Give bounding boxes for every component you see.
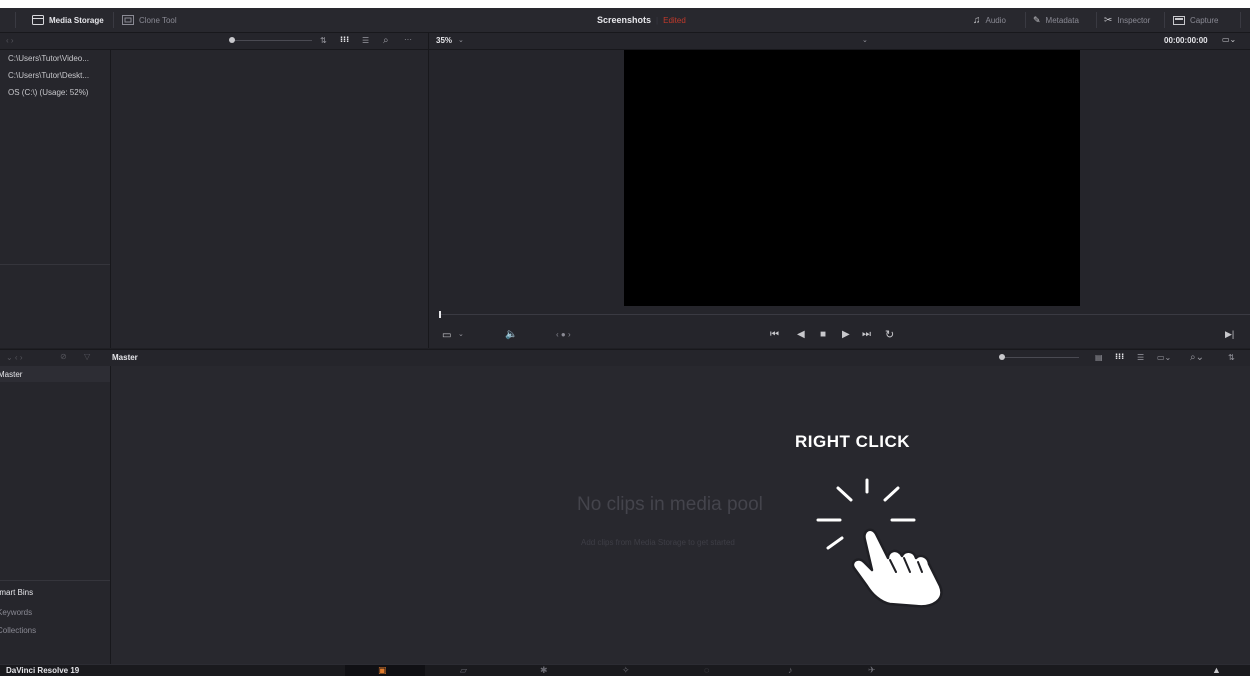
capture-button[interactable]: Capture — [1173, 8, 1218, 32]
playhead[interactable] — [439, 311, 441, 318]
viewer-options-icon[interactable]: ▭⌄ — [1222, 35, 1236, 44]
loop-icon[interactable]: ↻ — [885, 328, 894, 341]
smart-bin-collections[interactable]: Collections — [0, 626, 36, 635]
smart-bins-header: Smart Bins — [0, 588, 34, 597]
storage-location-item[interactable]: C:\Users\Tutor\Video... — [8, 54, 89, 63]
inspector-label: Inspector — [1117, 15, 1151, 25]
speaker-icon[interactable]: 🔈 — [505, 329, 517, 340]
bin-list-panel: Master Smart Bins Keywords Collections — [0, 366, 111, 664]
clone-icon — [122, 15, 134, 25]
resolve-window: Media Storage Clone Tool Screenshots | E… — [0, 8, 1250, 676]
play-icon[interactable]: ▶ — [842, 329, 850, 340]
bin-nav-icon[interactable]: ⌄ ‹ › — [6, 353, 22, 362]
pool-preview-icon[interactable]: ▭⌄ — [1157, 353, 1171, 362]
inspector-icon: ✂ — [1104, 14, 1113, 26]
project-title-area: Screenshots | Edited — [597, 15, 686, 25]
project-status: Edited — [663, 15, 686, 25]
storage-locations-panel: C:\Users\Tutor\Video... C:\Users\Tutor\D… — [0, 50, 111, 348]
filmstrip-view-icon[interactable]: ▤ — [1095, 353, 1103, 362]
thumbnail-view-icon[interactable]: ⁝⁝⁝ — [340, 35, 349, 44]
page-navigation-bar: DaVinci Resolve 19 ▣ ▱ ✱ ✧ ◌ ♪ ✈ ▲ — [0, 664, 1250, 676]
media-pool-content[interactable]: No clips in media pool Add clips from Me… — [111, 366, 1250, 664]
right-click-annotation-label: RIGHT CLICK — [795, 432, 911, 451]
sort-icon[interactable]: ⇅ — [320, 36, 327, 45]
zoom-level[interactable]: 35% — [436, 36, 452, 45]
storage-icon — [32, 15, 44, 25]
pool-list-view-icon[interactable]: ☰ — [1137, 353, 1144, 362]
audio-label: Audio — [985, 15, 1006, 25]
media-page-icon[interactable]: ▣ — [378, 665, 387, 676]
hand-click-icon — [816, 478, 943, 608]
search-icon[interactable]: ⌕ — [383, 35, 389, 46]
view-mode-icon[interactable]: ▭ — [442, 330, 451, 341]
project-title: Screenshots — [597, 15, 652, 25]
media-pool-tab-master[interactable]: Master — [112, 353, 138, 362]
play-reverse-icon[interactable]: ◀ — [797, 329, 805, 340]
stop-icon[interactable]: ■ — [820, 329, 826, 340]
fusion-page-icon[interactable]: ✧ — [622, 665, 630, 676]
slider-handle[interactable] — [229, 37, 235, 43]
skip-end-icon[interactable]: ⏭ — [862, 329, 871, 340]
media-storage-button[interactable]: Media Storage — [32, 8, 104, 32]
capture-icon — [1173, 15, 1185, 25]
next-frame-icon[interactable]: ▶| — [1225, 329, 1234, 340]
pool-sort-icon[interactable]: ⇅ — [1228, 353, 1235, 362]
thumbnail-size-slider[interactable] — [232, 40, 312, 41]
viewer-screen[interactable] — [624, 50, 1080, 306]
inspector-button[interactable]: ✂ Inspector — [1104, 8, 1150, 32]
viewer-timecode: 00:00:00:00 — [1164, 36, 1208, 45]
smart-bin-keywords[interactable]: Keywords — [0, 608, 32, 617]
clip-dropdown-chevron-icon[interactable]: ⌄ — [862, 36, 868, 44]
empty-pool-subtitle: Add clips from Media Storage to get star… — [581, 538, 735, 547]
sub-toolbar: ‹ › ⇅ ⁝⁝⁝ ☰ ⌕ ··· 35% ⌄ ⌄ 00:00:00:00 ▭⌄ — [0, 33, 1250, 50]
zoom-chevron-icon[interactable]: ⌄ — [458, 36, 464, 44]
music-note-icon: ♫ — [973, 14, 981, 26]
divider — [0, 580, 110, 581]
clone-tool-button[interactable]: Clone Tool — [122, 8, 177, 32]
skip-start-icon[interactable]: ⏮ — [770, 329, 779, 340]
view-mode-chevron-icon[interactable]: ⌄ — [458, 330, 464, 338]
pool-thumbnail-slider[interactable] — [1003, 357, 1079, 358]
storage-location-item[interactable]: OS (C:\) (Usage: 52%) — [8, 88, 88, 97]
metadata-label: Metadata — [1045, 15, 1079, 25]
clone-tool-label: Clone Tool — [139, 15, 177, 25]
fairlight-page-icon[interactable]: ♪ — [788, 665, 793, 675]
back-forward-icon[interactable]: ‹ › — [6, 36, 14, 45]
scrubber-track[interactable] — [440, 314, 1250, 315]
jog-control-icon[interactable]: ‹ ● › — [556, 330, 571, 339]
capture-label: Capture — [1190, 15, 1219, 25]
edit-page-icon[interactable]: ✱ — [540, 665, 548, 676]
metadata-button[interactable]: ✎ Metadata — [1033, 8, 1079, 32]
home-icon[interactable]: ▲ — [1212, 665, 1221, 675]
pool-slider-handle[interactable] — [999, 354, 1005, 360]
empty-pool-title: No clips in media pool — [577, 494, 763, 515]
list-view-icon[interactable]: ☰ — [362, 36, 369, 45]
tag-icon: ✎ — [1033, 14, 1041, 25]
media-pool-toolbar: ⌄ ‹ › ⊘ ▽ Master ▤ ⁝⁝⁝ ☰ ▭⌄ ⌕⌄ ⇅ — [0, 349, 1250, 367]
more-options-icon[interactable]: ··· — [404, 35, 412, 44]
pool-thumbnail-view-icon[interactable]: ⁝⁝⁝ — [1115, 352, 1124, 361]
cut-page-icon[interactable]: ▱ — [460, 665, 467, 676]
smart-bin-icon[interactable]: ⊘ — [60, 352, 67, 361]
deliver-page-icon[interactable]: ✈ — [868, 665, 876, 676]
color-page-icon[interactable]: ◌ — [704, 665, 709, 675]
pool-search-icon[interactable]: ⌕⌄ — [1190, 352, 1204, 363]
audio-button[interactable]: ♫ Audio — [973, 8, 1006, 32]
storage-browser-panel — [111, 50, 429, 348]
bin-master-label[interactable]: Master — [0, 370, 22, 379]
media-storage-label: Media Storage — [49, 15, 104, 25]
storage-location-item[interactable]: C:\Users\Tutor\Deskt... — [8, 71, 89, 80]
app-name: DaVinci Resolve 19 — [6, 666, 80, 675]
divider — [0, 264, 110, 265]
top-toolbar: Media Storage Clone Tool Screenshots | E… — [0, 8, 1250, 33]
filter-icon[interactable]: ▽ — [84, 352, 90, 361]
